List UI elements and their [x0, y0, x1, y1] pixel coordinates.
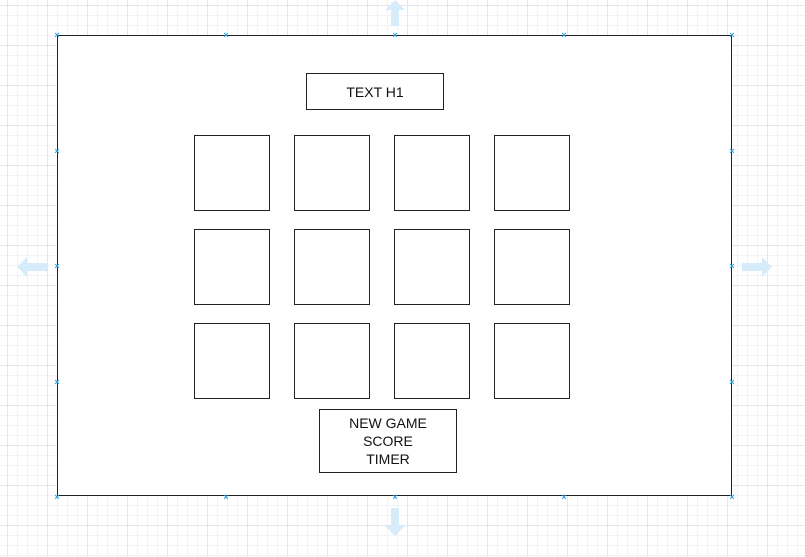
card-slot[interactable]: [394, 323, 470, 399]
card-slot[interactable]: [494, 229, 570, 305]
card-slot[interactable]: [194, 135, 270, 211]
x-handle-icon[interactable]: ×: [560, 30, 569, 40]
x-handle-icon[interactable]: ×: [560, 492, 569, 502]
x-handle-icon[interactable]: ×: [53, 377, 62, 387]
x-handle-icon[interactable]: ×: [728, 261, 737, 271]
card-slot[interactable]: [194, 229, 270, 305]
x-handle-icon[interactable]: ×: [222, 30, 231, 40]
arrow-left-icon[interactable]: [17, 256, 47, 278]
x-handle-icon[interactable]: ×: [728, 377, 737, 387]
card-slot[interactable]: [494, 323, 570, 399]
card-slot[interactable]: [494, 135, 570, 211]
card-slot[interactable]: [194, 323, 270, 399]
x-handle-icon[interactable]: ×: [391, 492, 400, 502]
card-slot[interactable]: [294, 323, 370, 399]
card-slot[interactable]: [294, 229, 370, 305]
arrow-down-icon[interactable]: [384, 508, 406, 536]
x-handle-icon[interactable]: ×: [728, 146, 737, 156]
x-handle-icon[interactable]: ×: [728, 30, 737, 40]
x-handle-icon[interactable]: ×: [728, 492, 737, 502]
card-slot[interactable]: [394, 135, 470, 211]
heading-box[interactable]: TEXT H1: [306, 73, 444, 110]
x-handle-icon[interactable]: ×: [53, 146, 62, 156]
arrow-up-icon[interactable]: [384, 0, 406, 26]
x-handle-icon[interactable]: ×: [53, 492, 62, 502]
score-label: SCORE: [363, 433, 413, 449]
x-handle-icon[interactable]: ×: [391, 30, 400, 40]
x-handle-icon[interactable]: ×: [53, 261, 62, 271]
card-slot[interactable]: [394, 229, 470, 305]
arrow-right-icon[interactable]: [742, 256, 772, 278]
x-handle-icon[interactable]: ×: [222, 492, 231, 502]
timer-label: TIMER: [366, 451, 410, 467]
new-game-label: NEW GAME: [349, 415, 427, 431]
controls-box[interactable]: NEW GAME SCORE TIMER: [319, 409, 457, 473]
card-slot[interactable]: [294, 135, 370, 211]
heading-text: TEXT H1: [346, 83, 404, 100]
x-handle-icon[interactable]: ×: [53, 30, 62, 40]
